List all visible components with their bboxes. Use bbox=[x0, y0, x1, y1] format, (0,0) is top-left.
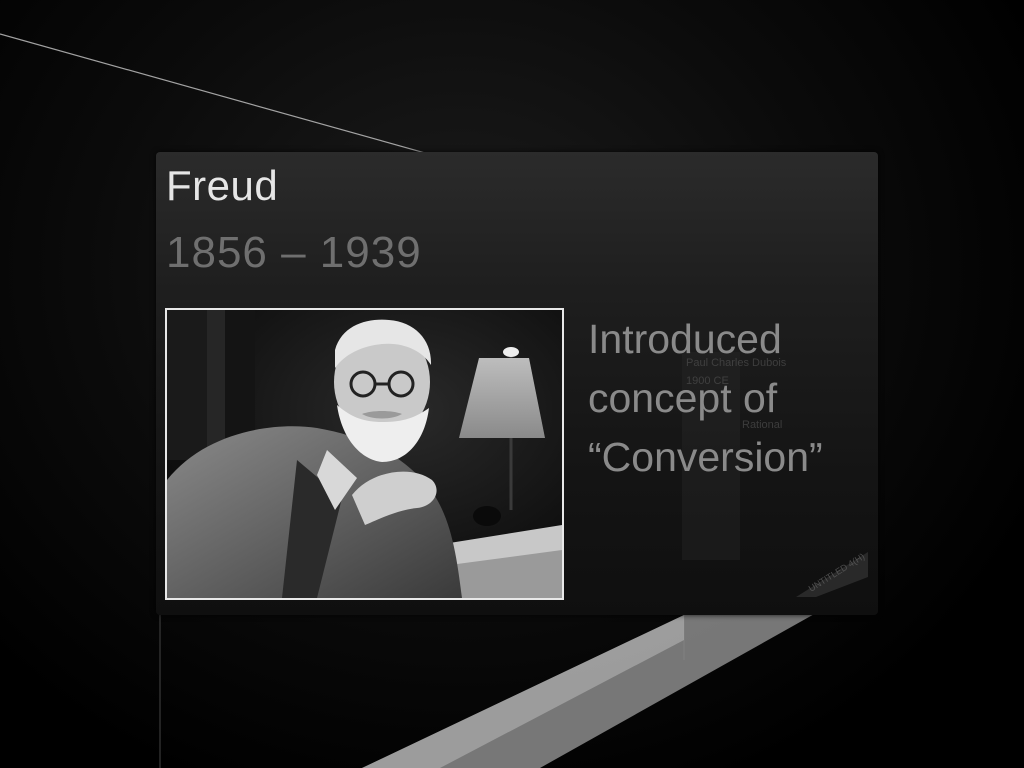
bullet-line-1: Introduced bbox=[588, 316, 782, 362]
bullet-line-3: “Conversion” bbox=[588, 434, 823, 480]
bullet-line-2: concept of bbox=[588, 375, 778, 421]
bullet-text: Introduced concept of “Conversion” bbox=[588, 310, 878, 487]
slide: Freud 1856 – 1939 Paul Charles Dubois 19… bbox=[0, 0, 1024, 768]
slide-panel: Freud 1856 – 1939 Paul Charles Dubois 19… bbox=[156, 152, 878, 615]
